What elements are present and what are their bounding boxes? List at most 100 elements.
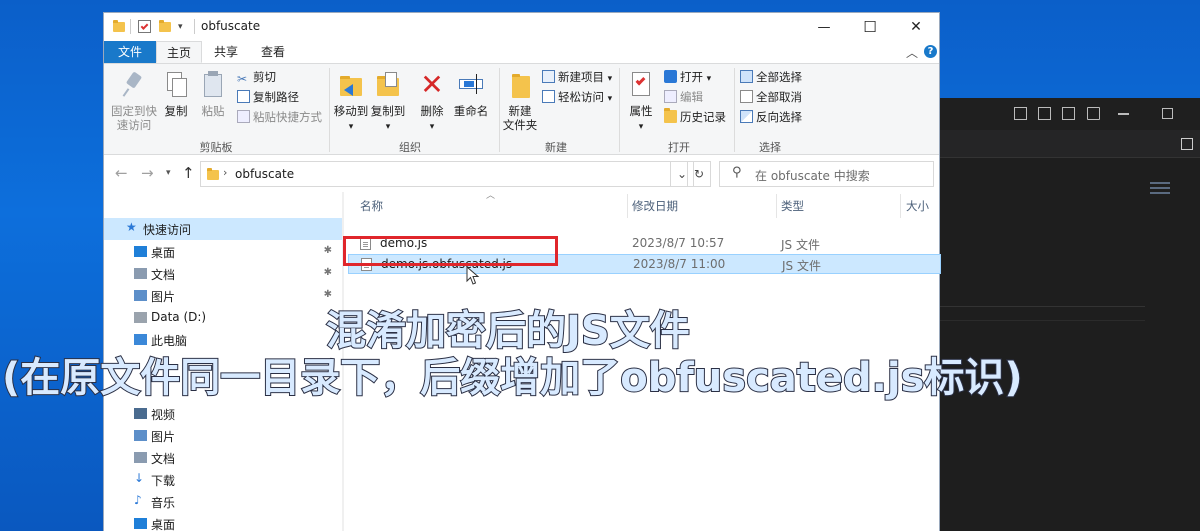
- copy-path-button[interactable]: 复制路径: [237, 88, 299, 106]
- open-icon: [664, 70, 677, 83]
- column-divider[interactable]: [776, 194, 777, 218]
- nav-item[interactable]: 图片 ✱: [104, 285, 342, 307]
- tab-home[interactable]: 主页: [156, 41, 202, 63]
- column-header-size[interactable]: 大小: [906, 198, 929, 214]
- new-folder-button[interactable]: 新建 文件夹: [501, 68, 539, 132]
- tab-file[interactable]: 文件: [104, 41, 156, 63]
- paste-button[interactable]: 粘贴: [196, 68, 230, 118]
- minimize-button[interactable]: —: [801, 13, 847, 41]
- paste-icon: [200, 70, 226, 100]
- open-group-label: 打开: [668, 141, 690, 154]
- breadcrumb-chevron-icon[interactable]: ›: [223, 166, 227, 179]
- paste-shortcut-label: 粘贴快捷方式: [253, 110, 322, 124]
- select-all-button[interactable]: 全部选择: [740, 68, 802, 86]
- easy-access-label: 轻松访问: [558, 90, 604, 104]
- nav-item[interactable]: 文档 ✱: [104, 263, 342, 285]
- pin-icon[interactable]: ✱: [324, 245, 332, 256]
- recent-locations-icon[interactable]: ▾: [166, 168, 171, 178]
- copy-button[interactable]: 复制: [160, 68, 192, 118]
- nav-item[interactable]: 桌面: [104, 513, 342, 531]
- layout-sidebar-right-icon[interactable]: [1062, 107, 1075, 120]
- copy-to-button[interactable]: 复制到 ▾: [370, 68, 406, 134]
- new-item-dropdown-icon: ▾: [607, 74, 613, 84]
- search-box[interactable]: ⚲ 在 obfuscate 中搜索: [719, 161, 934, 187]
- nav-item-label: 音乐: [151, 496, 176, 510]
- pin-quick-access-label: 固定到快 速访问: [111, 104, 157, 132]
- file-date: 2023/8/7 10:57: [632, 236, 725, 250]
- forward-arrow-icon[interactable]: →: [141, 164, 154, 182]
- pictures-icon: [134, 290, 147, 301]
- nav-item[interactable]: 图片: [104, 425, 342, 447]
- editor-maximize-icon[interactable]: [1162, 108, 1173, 119]
- refresh-icon[interactable]: ↻: [687, 161, 711, 187]
- select-none-label: 全部取消: [756, 90, 802, 104]
- customize-toolbar-icon[interactable]: ▾: [178, 22, 191, 35]
- nav-item[interactable]: Data (D:): [104, 307, 342, 329]
- editor-divider: [940, 306, 1145, 307]
- organize-group-label: 组织: [399, 141, 421, 154]
- collapse-ribbon-icon[interactable]: ︿: [906, 44, 918, 61]
- edit-button[interactable]: 编辑: [664, 88, 703, 106]
- documents-icon: [134, 268, 147, 279]
- select-none-button[interactable]: 全部取消: [740, 88, 802, 106]
- delete-button[interactable]: ✕ 删除 ▾: [416, 68, 448, 134]
- rename-label: 重命名: [453, 104, 489, 118]
- column-divider[interactable]: [900, 194, 901, 218]
- help-icon[interactable]: ?: [924, 45, 937, 58]
- up-arrow-icon[interactable]: ↑: [182, 164, 195, 182]
- open-button[interactable]: 打开 ▾: [664, 68, 711, 86]
- rename-button[interactable]: 重命名: [450, 68, 492, 118]
- download-icon: ↓: [134, 471, 145, 485]
- copy-icon: [163, 70, 189, 100]
- history-button[interactable]: 历史记录: [664, 108, 726, 126]
- easy-access-button[interactable]: 轻松访问 ▾: [542, 88, 612, 106]
- nav-item[interactable]: ♪ 音乐: [104, 491, 342, 513]
- column-header-date[interactable]: 修改日期: [632, 198, 678, 214]
- nav-item[interactable]: 文档: [104, 447, 342, 469]
- invert-selection-button[interactable]: 反向选择: [740, 108, 802, 126]
- customize-layout-icon[interactable]: [1087, 107, 1100, 120]
- close-button[interactable]: ✕: [893, 13, 939, 41]
- split-editor-icon[interactable]: [1181, 138, 1193, 150]
- nav-item-label: 桌面: [151, 518, 176, 531]
- address-bar[interactable]: › obfuscate: [200, 161, 711, 187]
- tab-view[interactable]: 查看: [250, 41, 296, 63]
- column-header-name[interactable]: 名称: [360, 198, 383, 214]
- properties-button[interactable]: 属性 ▾: [623, 68, 659, 134]
- pin-quick-access-button[interactable]: 固定到快 速访问: [108, 68, 160, 132]
- column-divider[interactable]: [627, 194, 628, 218]
- file-date: 2023/8/7 11:00: [633, 257, 726, 271]
- cut-button[interactable]: ✂ 剪切: [237, 68, 276, 86]
- editor-minimize-icon[interactable]: [1118, 113, 1129, 115]
- scissors-icon: ✂: [237, 72, 248, 86]
- desktop-icon: [134, 246, 147, 257]
- nav-item[interactable]: ★ 快速访问: [104, 218, 342, 240]
- new-folder-quick-icon[interactable]: [159, 20, 171, 32]
- nav-item[interactable]: ↓ 下载: [104, 469, 342, 491]
- desktop-icon: [134, 518, 147, 529]
- pin-icon[interactable]: ✱: [324, 267, 332, 278]
- select-all-icon: [740, 70, 753, 83]
- cut-label: 剪切: [253, 70, 276, 84]
- new-folder-label: 新建 文件夹: [502, 104, 538, 132]
- invert-selection-icon: [740, 110, 753, 123]
- select-group-label: 选择: [759, 141, 781, 154]
- copy-to-dropdown-icon: ▾: [385, 122, 391, 132]
- layout-panel-icon[interactable]: [1038, 107, 1051, 120]
- copy-label: 复制: [164, 104, 188, 118]
- nav-item[interactable]: 视频: [104, 403, 342, 425]
- nav-item-label: 图片: [151, 290, 176, 304]
- maximize-button[interactable]: ☐: [847, 13, 893, 41]
- back-arrow-icon[interactable]: ←: [115, 164, 128, 182]
- properties-label: 属性: [629, 104, 653, 118]
- new-item-button[interactable]: 新建项目 ▾: [542, 68, 612, 86]
- tab-share[interactable]: 共享: [204, 41, 248, 63]
- layout-sidebar-icon[interactable]: [1014, 107, 1027, 120]
- paste-label: 粘贴: [201, 104, 225, 118]
- paste-shortcut-button[interactable]: 粘贴快捷方式: [237, 108, 322, 126]
- column-header-type[interactable]: 类型: [781, 198, 804, 214]
- move-to-button[interactable]: 移动到 ▾: [333, 68, 369, 134]
- nav-item[interactable]: 桌面 ✱: [104, 241, 342, 263]
- properties-quick-icon[interactable]: [138, 20, 151, 33]
- search-input[interactable]: 在 obfuscate 中搜索: [755, 167, 870, 184]
